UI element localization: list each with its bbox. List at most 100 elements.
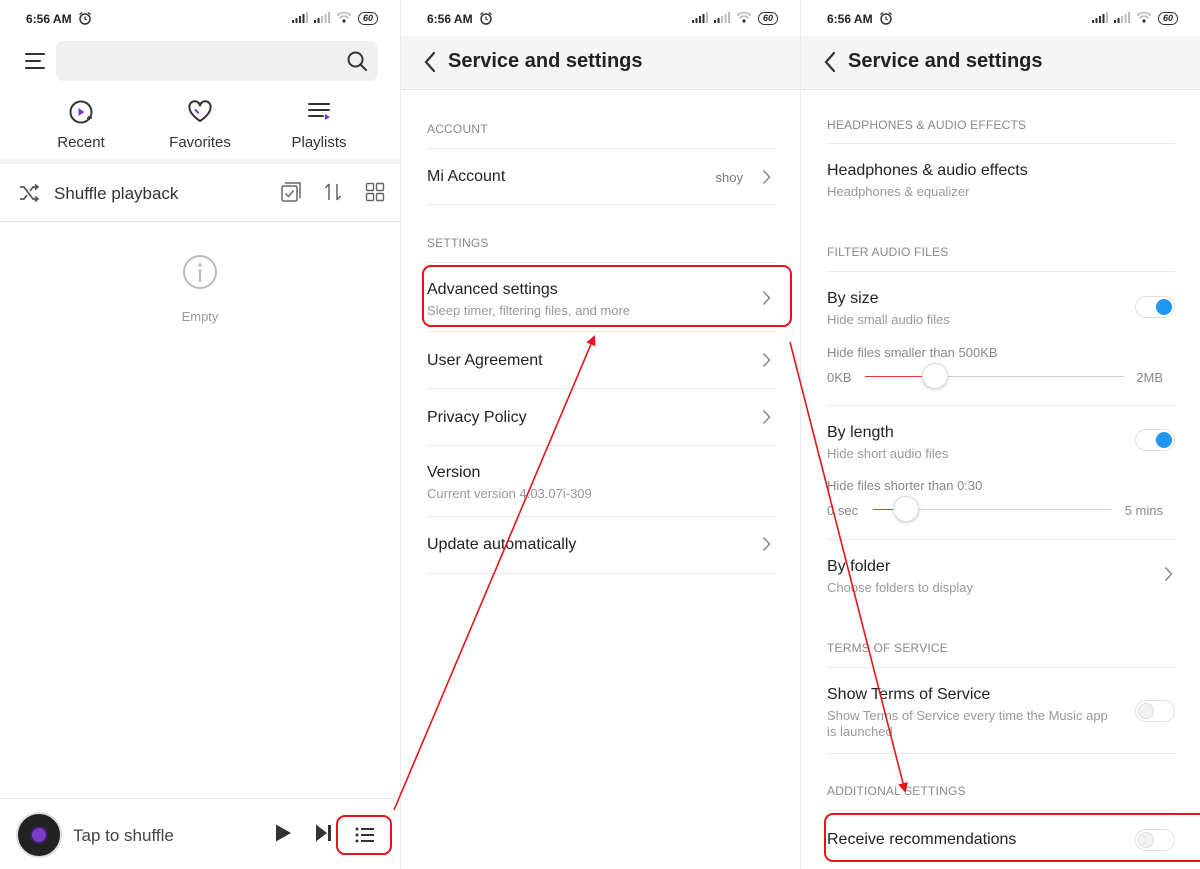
by-length-subtitle: Hide short audio files — [827, 446, 949, 461]
battery-icon: 60 — [757, 12, 778, 25]
show-terms-toggle[interactable] — [1135, 700, 1175, 722]
by-size-subtitle: Hide small audio files — [827, 312, 950, 327]
music-home-screen: 6:56 AM 60 Recent Favorites Playlists Sh… — [0, 0, 400, 869]
version-subtitle: Current version 4.03.07i-309 — [427, 486, 592, 501]
signal-2-icon — [713, 11, 730, 26]
user-agreement-label: User Agreement — [427, 352, 543, 369]
account-section-header: ACCOUNT — [427, 122, 488, 136]
signal-icon — [291, 11, 308, 26]
privacy-policy-row[interactable]: Privacy Policy — [427, 389, 775, 446]
page-title: Service and settings — [848, 50, 1043, 72]
alarm-icon — [479, 11, 493, 28]
mi-account-label: Mi Account — [427, 168, 506, 185]
chevron-right-icon — [1164, 566, 1173, 587]
by-length-toggle[interactable] — [1135, 429, 1175, 451]
filter-section-header: FILTER AUDIO FILES — [827, 245, 949, 259]
by-folder-label: By folder — [827, 558, 891, 575]
by-folder-row[interactable]: By folder Choose folders to display — [827, 540, 1175, 610]
next-icon[interactable] — [314, 823, 332, 848]
signal-2-icon — [1113, 11, 1130, 26]
menu-icon[interactable] — [24, 52, 46, 75]
signal-icon — [691, 11, 708, 26]
play-icon[interactable] — [274, 823, 292, 848]
status-time: 6:56 AM — [427, 12, 473, 26]
toggle-knob — [1156, 299, 1172, 315]
toggle-knob — [1156, 432, 1172, 448]
show-terms-row: Show Terms of Service Show Terms of Serv… — [827, 667, 1175, 754]
by-length-row: By length Hide short audio files Hide fi… — [827, 406, 1175, 540]
playlist-icon — [308, 103, 330, 120]
by-size-min-label: 0KB — [827, 370, 852, 385]
headphones-subtitle: Headphones & equalizer — [827, 184, 970, 199]
by-size-max-label: 2MB — [1136, 370, 1163, 385]
battery-icon: 60 — [1157, 12, 1178, 25]
shuffle-playback-row[interactable]: Shuffle playback — [0, 164, 400, 222]
recent-icon — [69, 100, 93, 124]
chevron-right-icon — [762, 352, 771, 373]
shuffle-playback-label: Shuffle playback — [54, 184, 179, 203]
show-terms-subtitle-line1: Show Terms of Service every time the Mus… — [827, 708, 1108, 723]
queue-button[interactable] — [336, 815, 392, 855]
queue-icon — [355, 827, 374, 843]
title-bar: Service and settings — [801, 36, 1200, 90]
status-bar: 6:56 AM 60 — [801, 0, 1200, 36]
heart-icon — [188, 100, 212, 122]
back-icon[interactable] — [423, 51, 437, 78]
by-size-toggle[interactable] — [1135, 296, 1175, 318]
signal-2-icon — [313, 11, 330, 26]
signal-icon — [1091, 11, 1108, 26]
alarm-icon — [879, 11, 893, 28]
version-label: Version — [427, 464, 481, 481]
chevron-right-icon — [762, 409, 771, 430]
alarm-icon — [78, 11, 92, 28]
receive-recommendations-highlight — [824, 813, 1200, 862]
back-icon[interactable] — [823, 51, 837, 78]
mi-account-row[interactable]: Mi Account shoy — [427, 148, 775, 205]
search-icon[interactable] — [346, 50, 368, 77]
additional-section-header: ADDITIONAL SETTINGS — [827, 784, 966, 798]
info-icon — [182, 255, 218, 294]
by-length-slider[interactable] — [873, 496, 1111, 522]
update-automatically-label: Update automatically — [427, 536, 577, 553]
status-time: 6:56 AM — [26, 12, 72, 26]
by-size-slider-label: Hide files smaller than 500KB — [827, 345, 998, 360]
favorites-label: Favorites — [169, 134, 231, 151]
album-art[interactable] — [16, 812, 62, 858]
status-bar: 6:56 AM 60 — [0, 0, 400, 36]
settings-section-header: SETTINGS — [427, 236, 489, 250]
wifi-icon — [336, 11, 352, 26]
wifi-icon — [1136, 11, 1152, 26]
advanced-settings-screen: 6:56 AM 60 Service and settings HEADPHON… — [800, 0, 1200, 869]
wifi-icon — [736, 11, 752, 26]
multi-select-icon[interactable] — [280, 181, 302, 208]
playlists-button[interactable]: Playlists — [264, 98, 374, 151]
headphones-section-header: HEADPHONES & AUDIO EFFECTS — [827, 118, 1027, 132]
user-agreement-row[interactable]: User Agreement — [427, 332, 775, 389]
grid-view-icon[interactable] — [364, 181, 386, 208]
by-length-label: By length — [827, 424, 894, 441]
recent-button[interactable]: Recent — [26, 98, 136, 151]
favorites-button[interactable]: Favorites — [145, 98, 255, 151]
slider-knob[interactable] — [922, 363, 948, 389]
recent-label: Recent — [57, 134, 105, 151]
service-settings-screen: 6:56 AM 60 Service and settings ACCOUNT … — [400, 0, 800, 869]
headphones-row[interactable]: Headphones & audio effects Headphones & … — [827, 143, 1175, 214]
by-size-slider[interactable] — [865, 363, 1124, 389]
update-automatically-row[interactable]: Update automatically — [427, 517, 775, 574]
mini-player[interactable]: Tap to shuffle — [0, 798, 400, 869]
search-bar[interactable] — [56, 41, 378, 81]
sort-icon[interactable] — [322, 181, 344, 208]
terms-section-header: TERMS OF SERVICE — [827, 641, 948, 655]
tap-to-shuffle-label[interactable]: Tap to shuffle — [73, 826, 174, 846]
slider-knob[interactable] — [893, 496, 919, 522]
version-row[interactable]: Version Current version 4.03.07i-309 — [427, 446, 775, 517]
chevron-right-icon — [762, 169, 771, 190]
show-terms-label: Show Terms of Service — [827, 686, 991, 703]
by-size-label: By size — [827, 290, 879, 307]
playlists-label: Playlists — [291, 134, 347, 151]
status-bar: 6:56 AM 60 — [401, 0, 800, 36]
by-length-min-label: 0 sec — [827, 503, 859, 518]
battery-icon: 60 — [357, 12, 378, 25]
by-folder-subtitle: Choose folders to display — [827, 580, 973, 595]
empty-label: Empty — [181, 309, 219, 324]
